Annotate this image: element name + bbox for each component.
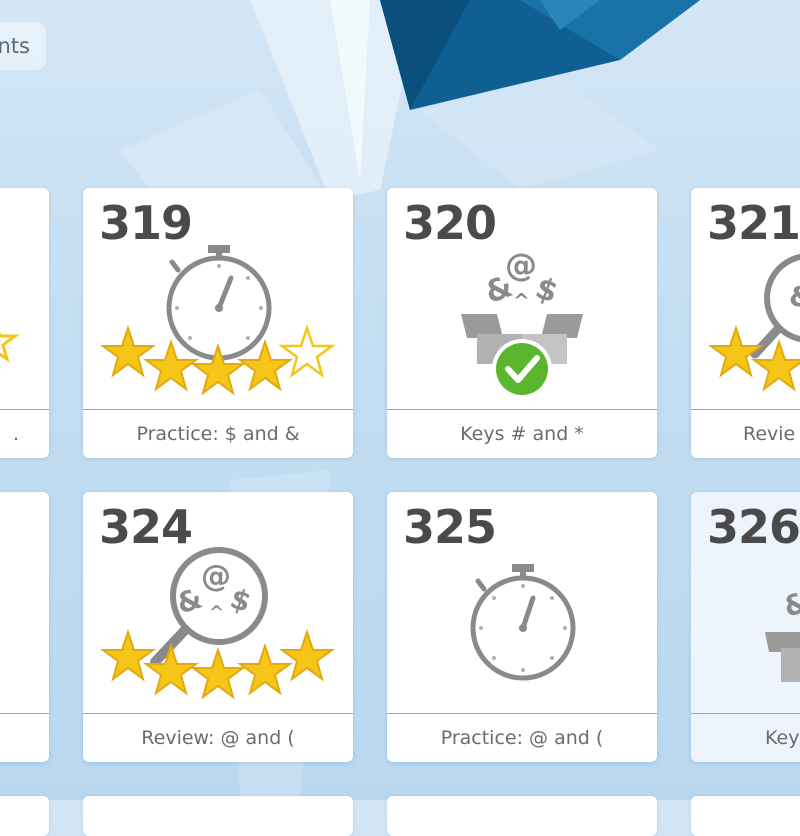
svg-text:^: ^ [209, 602, 224, 623]
lesson-number: 320 [403, 196, 497, 250]
top-tab-label: nts [0, 34, 30, 58]
star-icon [142, 642, 200, 696]
lesson-card-324[interactable]: & @ $ ^ 324 Review: @ and ( [83, 492, 353, 762]
star-icon [707, 324, 765, 378]
svg-text:&: & [779, 585, 800, 624]
svg-text:@: @ [505, 246, 537, 284]
lesson-card-319[interactable]: 319 Practice: $ and & [83, 188, 353, 458]
svg-text:^: ^ [513, 289, 530, 313]
lesson-number: 325 [403, 500, 497, 554]
lesson-title: Key [691, 713, 800, 762]
svg-text:&: & [789, 280, 800, 313]
lesson-title: Review: @ and ( [83, 713, 353, 762]
star-icon [0, 331, 20, 363]
lesson-card[interactable]: . [0, 188, 49, 458]
lesson-card-320[interactable]: & @ $ ^ 320 Keys # and * [387, 188, 657, 458]
lesson-card[interactable] [0, 796, 49, 836]
lesson-card[interactable] [0, 492, 49, 762]
star-icon [278, 324, 336, 379]
lesson-title: Revie [691, 409, 800, 458]
star-icon [278, 628, 336, 682]
lesson-card-321[interactable]: & 321 Revie [691, 188, 800, 458]
star-icon [99, 324, 157, 378]
top-tab[interactable]: nts [0, 22, 46, 70]
svg-text:@: @ [201, 559, 231, 594]
stopwatch-icon [470, 564, 576, 681]
star-icon [236, 642, 294, 696]
lesson-card[interactable] [83, 796, 353, 836]
lesson-card-326[interactable]: & 326 Key [691, 492, 800, 762]
magnifier-symbols-icon: & [750, 253, 800, 359]
lesson-number: 326 [707, 500, 800, 554]
lesson-number: 321 [707, 196, 800, 250]
lesson-card[interactable] [387, 796, 657, 836]
lesson-title: Practice: $ and & [83, 409, 353, 458]
lesson-card-325[interactable]: 325 Practice: @ and ( [387, 492, 657, 762]
lesson-title: Keys # and * [387, 409, 657, 458]
lesson-number: 319 [99, 196, 193, 250]
stopwatch-icon [166, 245, 272, 361]
lesson-title [0, 713, 49, 762]
lesson-card[interactable] [691, 796, 800, 836]
star-icon [99, 628, 157, 682]
lesson-number: 324 [99, 500, 193, 554]
checkmark-badge-icon [492, 339, 552, 399]
open-box-symbols-icon: & [765, 585, 800, 682]
lesson-title: . [0, 409, 49, 458]
star-icon [189, 646, 247, 700]
lesson-title: Practice: @ and ( [387, 713, 657, 762]
